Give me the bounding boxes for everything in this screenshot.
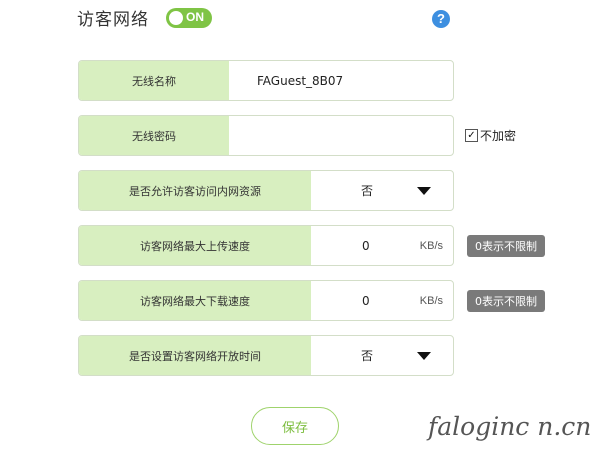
watermark: faloginc n.cn	[428, 412, 592, 441]
question-icon[interactable]: ?	[432, 10, 450, 28]
password-row: 无线密码	[78, 115, 454, 156]
password-label: 无线密码	[79, 116, 229, 155]
no-encrypt-checkbox[interactable]: ✓	[465, 129, 478, 142]
open-time-select[interactable]: 否	[361, 336, 373, 375]
upload-speed-label: 访客网络最大上传速度	[79, 226, 311, 265]
ssid-input[interactable]: FAGuest_8B07	[257, 61, 343, 100]
dropdown-arrow-icon[interactable]	[417, 352, 431, 360]
ssid-row: 无线名称 FAGuest_8B07	[78, 60, 454, 101]
dropdown-arrow-icon[interactable]	[417, 187, 431, 195]
no-encrypt-checkbox-group[interactable]: ✓ 不加密	[465, 127, 516, 144]
upload-speed-hint: 0表示不限制	[467, 235, 545, 257]
intranet-access-label: 是否允许访客访问内网资源	[79, 171, 311, 210]
no-encrypt-label: 不加密	[480, 129, 517, 143]
intranet-access-select[interactable]: 否	[361, 171, 373, 210]
download-speed-label: 访客网络最大下载速度	[79, 281, 311, 320]
upload-speed-row: 访客网络最大上传速度 0 KB/s	[78, 225, 454, 266]
open-time-row: 是否设置访客网络开放时间 否	[78, 335, 454, 376]
ssid-label: 无线名称	[79, 61, 229, 100]
download-speed-hint: 0表示不限制	[467, 290, 545, 312]
upload-speed-unit: KB/s	[419, 239, 443, 252]
toggle-knob	[169, 11, 183, 25]
upload-speed-input[interactable]: 0	[362, 226, 370, 265]
download-speed-row: 访客网络最大下载速度 0 KB/s	[78, 280, 454, 321]
save-button[interactable]: 保存	[251, 407, 339, 445]
intranet-access-row: 是否允许访客访问内网资源 否	[78, 170, 454, 211]
guest-network-settings: 访客网络 ON ? 无线名称 FAGuest_8B07 无线密码 ✓ 不加密 是…	[0, 0, 600, 452]
download-speed-unit: KB/s	[419, 294, 443, 307]
download-speed-input[interactable]: 0	[362, 281, 370, 320]
toggle-label: ON	[186, 10, 204, 24]
password-input[interactable]	[235, 116, 449, 155]
guest-network-toggle[interactable]: ON	[166, 8, 212, 28]
page-title: 访客网络	[77, 10, 149, 30]
open-time-label: 是否设置访客网络开放时间	[79, 336, 311, 375]
